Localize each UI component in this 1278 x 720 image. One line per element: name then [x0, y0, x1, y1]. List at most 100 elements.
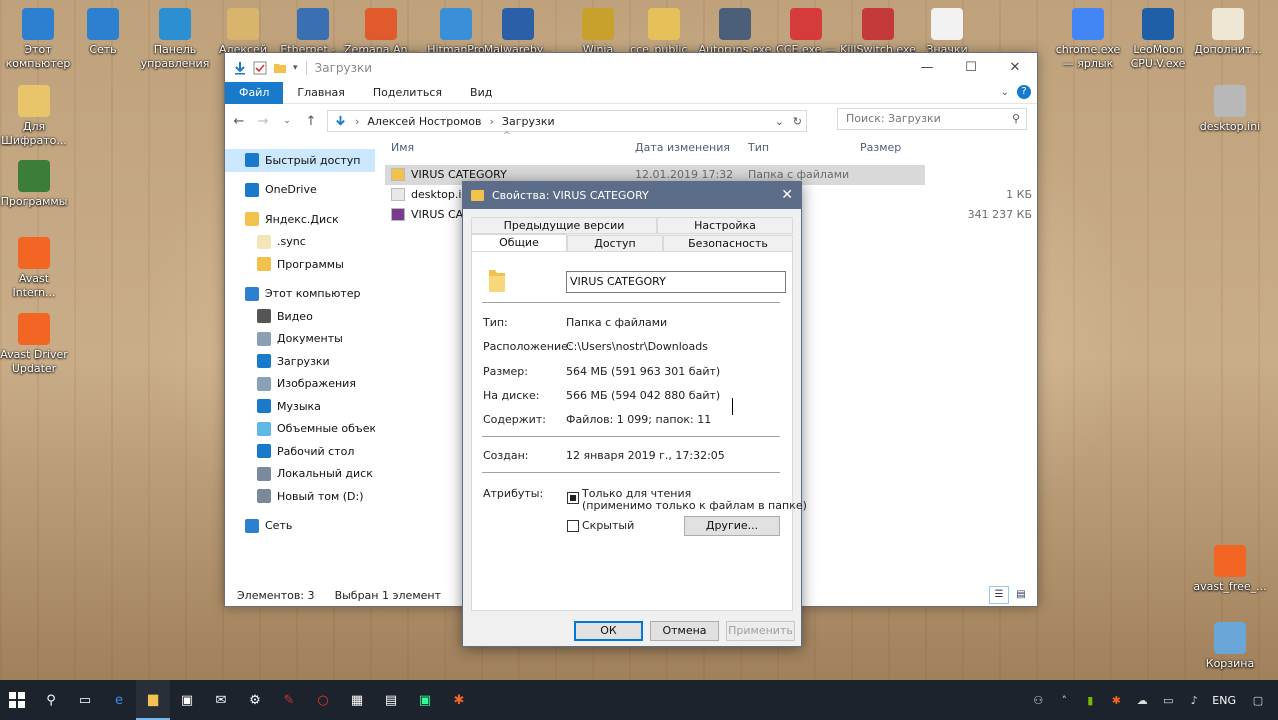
customize-qa-dropdown-icon[interactable]: ▾	[293, 63, 298, 73]
details-view-icon[interactable]: ☰	[989, 586, 1009, 604]
readonly-checkbox[interactable]	[567, 492, 579, 504]
desktop-icon-15[interactable]: LeoMoon CPU-V.exe	[1120, 8, 1196, 71]
desktop-icon-5[interactable]: Zemana.An...	[343, 8, 419, 57]
photos-icon[interactable]: ▦	[340, 680, 374, 720]
search-taskbar-icon[interactable]: ⚲	[34, 680, 68, 720]
refresh-icon[interactable]: ↻	[793, 115, 802, 128]
tab-home[interactable]: Главная	[283, 82, 359, 104]
ok-button[interactable]: ОК	[574, 621, 643, 641]
network-tray-icon[interactable]: ▭	[1160, 694, 1176, 707]
nav-item-8[interactable]: Этот компьютер	[225, 283, 375, 306]
help-icon[interactable]: ?	[1017, 85, 1031, 99]
nav-item-6[interactable]: Программы	[225, 253, 375, 276]
notifications-icon[interactable]: ▢	[1246, 694, 1270, 707]
tab-security[interactable]: Безопасность	[663, 235, 793, 252]
opera-icon[interactable]: ○	[306, 680, 340, 720]
nav-item-0[interactable]: Быстрый доступ	[225, 149, 375, 172]
address-dropdown-icon[interactable]: ⌄	[775, 115, 784, 128]
desktop-icon-14[interactable]: chrome.exe — ярлык	[1050, 8, 1126, 71]
app-icon[interactable]: ✎	[272, 680, 306, 720]
breadcrumb-user[interactable]: Алексей Ностромов	[367, 115, 481, 128]
dialog-titlebar[interactable]: Свойства: VIRUS CATEGORY ✕	[463, 182, 801, 209]
column-size[interactable]: Размер	[860, 141, 901, 154]
nav-item-15[interactable]: Рабочий стол	[225, 440, 375, 463]
nvidia-icon[interactable]: ▮	[1082, 694, 1098, 707]
desktop-icon-10[interactable]: Autoruns.exe	[697, 8, 773, 57]
tab-share[interactable]: Поделиться	[359, 82, 456, 104]
tab-previous-versions[interactable]: Предыдущие версии	[471, 217, 657, 234]
desktop-icon-left-3[interactable]: Avast Driver Updater	[0, 313, 72, 376]
desktop-icon-right-1[interactable]: avast_free_...	[1192, 545, 1268, 594]
people-icon[interactable]: ⚇	[1030, 694, 1046, 707]
large-icons-view-icon[interactable]: ▤	[1011, 586, 1031, 604]
volume-icon[interactable]: ♪	[1186, 694, 1202, 707]
nav-item-5[interactable]: .sync	[225, 231, 375, 254]
explorer-titlebar[interactable]: ▾ Загрузки — ☐ ✕	[225, 53, 1037, 82]
desktop-icon-left-1[interactable]: Программы	[0, 160, 72, 209]
nav-item-9[interactable]: Видео	[225, 305, 375, 328]
other-attributes-button[interactable]: Другие...	[684, 516, 780, 536]
avast-tray-icon[interactable]: ✱	[1108, 694, 1124, 707]
nav-item-11[interactable]: Загрузки	[225, 350, 375, 373]
desktop-icon-1[interactable]: Сеть	[65, 8, 141, 57]
start-button[interactable]	[0, 680, 34, 720]
nav-item-14[interactable]: Объемные объекти	[225, 418, 375, 441]
search-input[interactable]: Поиск: Загрузки ⚲	[837, 108, 1027, 130]
camtasia-icon[interactable]: ▣	[408, 680, 442, 720]
desktop-icon-13[interactable]: Значки	[909, 8, 985, 57]
tab-file[interactable]: Файл	[225, 81, 284, 104]
cancel-button[interactable]: Отмена	[650, 621, 719, 641]
column-name[interactable]: Имя	[391, 141, 414, 154]
dialog-close-icon[interactable]: ✕	[781, 187, 793, 203]
nav-item-10[interactable]: Документы	[225, 328, 375, 351]
minimize-button[interactable]: —	[905, 53, 949, 82]
desktop-icon-12[interactable]: KillSwitch.exe	[840, 8, 916, 57]
apply-button[interactable]: Применить	[726, 621, 795, 641]
desktop-icon-9[interactable]: cce_public...	[626, 8, 702, 57]
nav-item-2[interactable]: OneDrive	[225, 179, 375, 202]
column-type[interactable]: Тип	[748, 141, 769, 154]
nav-item-16[interactable]: Локальный диск (С	[225, 463, 375, 486]
recent-locations-icon[interactable]: ⌄	[279, 116, 295, 126]
desktop-icon-2[interactable]: Панель управления	[137, 8, 213, 71]
nav-item-12[interactable]: Изображения	[225, 373, 375, 396]
settings-gear-icon[interactable]: ⚙	[238, 680, 272, 720]
desktop-icon-11[interactable]: CCE.exe —	[768, 8, 844, 57]
expand-ribbon-icon[interactable]: ⌄	[1001, 87, 1009, 98]
show-hidden-icons-icon[interactable]: ˄	[1056, 694, 1072, 707]
tab-sharing[interactable]: Доступ	[567, 235, 663, 252]
language-indicator[interactable]: ENG	[1212, 694, 1236, 707]
nav-item-13[interactable]: Музыка	[225, 395, 375, 418]
breadcrumb-downloads[interactable]: Загрузки	[502, 115, 555, 128]
edge-browser-icon[interactable]: e	[102, 680, 136, 720]
desktop-icon-7[interactable]: Malwareby...	[480, 8, 556, 57]
forward-arrow-icon[interactable]: →	[255, 114, 271, 129]
mail-icon[interactable]: ✉	[204, 680, 238, 720]
tab-view[interactable]: Вид	[456, 82, 506, 104]
close-button[interactable]: ✕	[993, 53, 1037, 82]
desktop-icon-16[interactable]: Дополнит...	[1190, 8, 1266, 57]
desktop-icon-left-2[interactable]: Avast Intern...	[0, 237, 72, 300]
desktop-icon-8[interactable]: Winja	[560, 8, 636, 57]
desktop-icon-right-2[interactable]: Корзина	[1192, 622, 1268, 671]
desktop-icon-left-0[interactable]: Для Шифрато...	[0, 85, 72, 148]
folder-name-field[interactable]: VIRUS CATEGORY	[566, 271, 786, 293]
properties-check-icon[interactable]	[253, 61, 267, 75]
column-date[interactable]: Дата изменения	[635, 141, 730, 154]
tab-customize[interactable]: Настройка	[657, 217, 793, 234]
task-view-icon[interactable]: ▭	[68, 680, 102, 720]
back-arrow-icon[interactable]: ←	[231, 114, 247, 129]
maximize-button[interactable]: ☐	[949, 53, 993, 82]
new-folder-icon[interactable]	[273, 61, 287, 75]
up-arrow-icon[interactable]: ↑	[303, 114, 319, 129]
onedrive-tray-icon[interactable]: ☁	[1134, 694, 1150, 707]
avast-taskbar-icon[interactable]: ✱	[442, 680, 476, 720]
calculator-icon[interactable]: ▤	[374, 680, 408, 720]
store-icon[interactable]: ▣	[170, 680, 204, 720]
nav-item-19[interactable]: Сеть	[225, 515, 375, 538]
desktop-icon-4[interactable]: Ethernet -...	[275, 8, 351, 57]
hidden-checkbox[interactable]	[567, 520, 579, 532]
file-explorer-taskbar-icon[interactable]: ▆	[136, 680, 170, 720]
nav-item-4[interactable]: Яндекс.Диск	[225, 208, 375, 231]
desktop-icon-right-0[interactable]: desktop.ini	[1192, 85, 1268, 134]
